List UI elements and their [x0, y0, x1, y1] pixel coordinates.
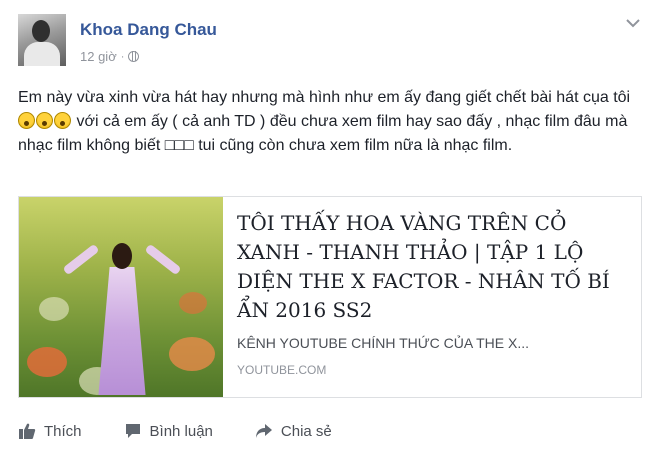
flower-blob — [169, 337, 215, 371]
chevron-down-icon[interactable] — [626, 18, 640, 28]
avatar[interactable] — [18, 14, 66, 66]
link-card-title[interactable]: TÔI THẤY HOA VÀNG TRÊN CỎ XANH - THANH T… — [237, 209, 629, 325]
comment-button[interactable]: Bình luận — [124, 422, 213, 440]
share-label: Chia sẻ — [280, 422, 332, 440]
singer-head — [112, 243, 132, 269]
scream-emoji-icon — [54, 112, 71, 129]
flower-blob — [39, 297, 69, 321]
facebook-post: Khoa Dang Chau 12 giờ · Em này vừa xinh … — [0, 0, 660, 450]
author-name[interactable]: Khoa Dang Chau — [80, 20, 217, 40]
post-text-part-1: Em này vừa xinh vừa hát hay nhưng mà hìn… — [18, 89, 631, 106]
flower-blob — [179, 292, 207, 314]
meta-separator: · — [120, 50, 125, 63]
post-meta: 12 giờ · — [80, 49, 140, 64]
singer-arm — [144, 243, 182, 276]
avatar-torso — [24, 42, 60, 66]
avatar-head — [32, 20, 50, 42]
link-card-body: TÔI THẤY HOA VÀNG TRÊN CỎ XANH - THANH T… — [237, 209, 629, 377]
flower-blob — [27, 347, 67, 377]
thumbs-up-icon — [19, 423, 36, 439]
post-timestamp[interactable]: 12 giờ — [80, 49, 117, 64]
video-thumbnail[interactable] — [19, 197, 223, 397]
share-button[interactable]: Chia sẻ — [255, 422, 332, 440]
singer-arm — [62, 243, 100, 276]
scream-emoji-icon — [18, 112, 35, 129]
comment-label: Bình luận — [149, 422, 213, 440]
globe-icon — [128, 51, 140, 62]
like-label: Thích — [44, 422, 82, 440]
like-button[interactable]: Thích — [18, 422, 82, 440]
scream-emoji-icon — [36, 112, 53, 129]
share-arrow-icon — [255, 424, 272, 438]
comment-icon — [125, 424, 140, 438]
singer-figure — [98, 267, 146, 395]
link-card-description: KÊNH YOUTUBE CHÍNH THỨC CỦA THE X... — [237, 335, 530, 351]
post-actions-bar: Thích Bình luận Chia sẻ — [18, 422, 374, 440]
post-text: Em này vừa xinh vừa hát hay nhưng mà hìn… — [18, 86, 648, 158]
link-card-domain: YOUTUBE.COM — [237, 363, 327, 377]
post-text-part-2: với cả em ấy ( cả anh TD ) đều chưa xem … — [18, 113, 628, 154]
link-preview-card[interactable]: TÔI THẤY HOA VÀNG TRÊN CỎ XANH - THANH T… — [18, 196, 642, 398]
